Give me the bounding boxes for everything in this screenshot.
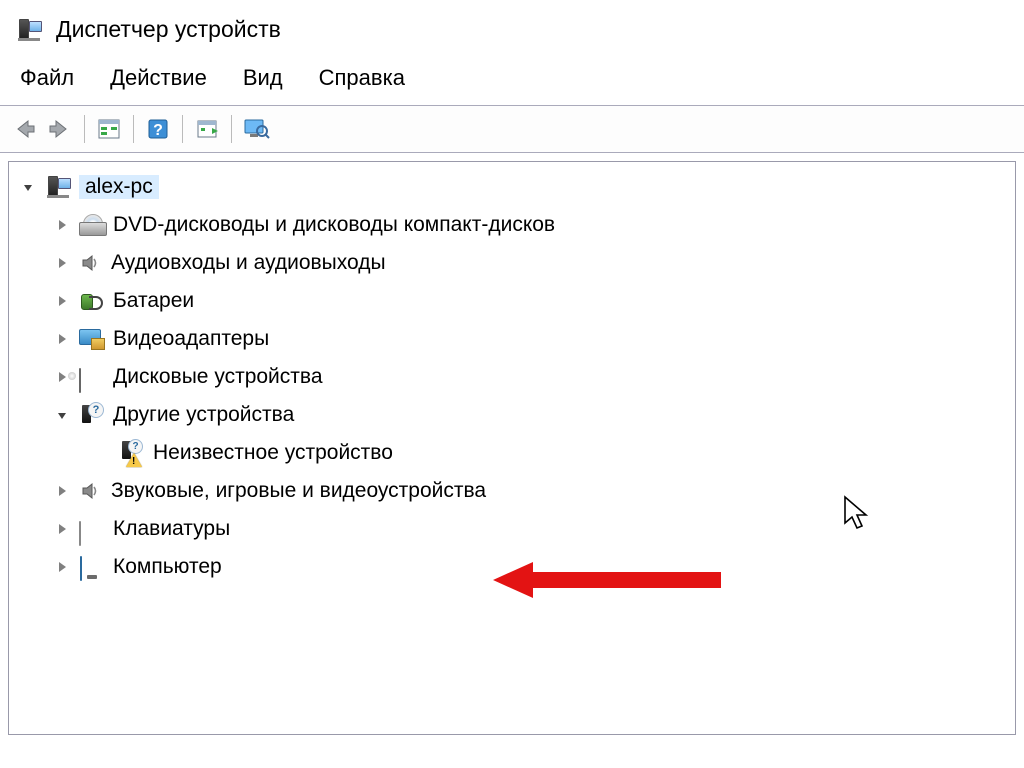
- app-icon: [16, 17, 42, 43]
- disk-drive-icon: [79, 364, 105, 390]
- tree-item-label: Аудиовходы и аудиовыходы: [111, 251, 386, 275]
- expander-open-icon[interactable]: [53, 406, 71, 424]
- tree-root-label: alex-pc: [79, 175, 159, 199]
- expander-closed-icon[interactable]: [53, 254, 71, 272]
- help-button[interactable]: ?: [140, 111, 176, 147]
- computer-icon: [45, 174, 71, 200]
- show-hide-tree-button[interactable]: [91, 111, 127, 147]
- tree-item-label: Неизвестное устройство: [153, 441, 393, 465]
- tree-item-label: Звуковые, игровые и видеоустройства: [111, 479, 486, 503]
- expander-closed-icon[interactable]: [53, 292, 71, 310]
- panel-icon: [96, 116, 122, 142]
- title-bar: Диспетчер устройств: [0, 0, 1024, 49]
- tree-item-other-devices[interactable]: ? Другие устройства: [13, 396, 1011, 434]
- tree-item-label: Компьютер: [113, 555, 222, 579]
- expander-closed-icon[interactable]: [53, 520, 71, 538]
- expander-closed-icon[interactable]: [53, 330, 71, 348]
- unknown-device-warning-icon: ?!: [119, 440, 145, 466]
- tree-item-computer[interactable]: Компьютер: [13, 548, 1011, 586]
- tree-item-disk-drives[interactable]: Дисковые устройства: [13, 358, 1011, 396]
- tree-root[interactable]: alex-pc: [13, 168, 1011, 206]
- menu-action[interactable]: Действие: [110, 65, 207, 91]
- other-device-icon: ?: [79, 402, 105, 428]
- forward-button[interactable]: [42, 111, 78, 147]
- tree-item-label: Батареи: [113, 289, 194, 313]
- menu-view[interactable]: Вид: [243, 65, 283, 91]
- expander-closed-icon[interactable]: [53, 216, 71, 234]
- expander-open-icon[interactable]: [19, 178, 37, 196]
- help-icon: ?: [145, 116, 171, 142]
- toolbar-separator: [84, 115, 85, 143]
- tree-item-video-adapters[interactable]: Видеоадаптеры: [13, 320, 1011, 358]
- back-button[interactable]: [6, 111, 42, 147]
- keyboard-icon: [79, 516, 105, 542]
- monitor-search-icon: [242, 116, 270, 142]
- speaker-icon: [79, 251, 103, 275]
- svg-text:?: ?: [153, 122, 163, 139]
- tree-item-label: Видеоадаптеры: [113, 327, 269, 351]
- video-adapter-icon: [79, 326, 105, 352]
- toolbar: ?: [0, 106, 1024, 152]
- scan-hardware-button[interactable]: [189, 111, 225, 147]
- menu-help[interactable]: Справка: [319, 65, 405, 91]
- arrow-left-icon: [10, 115, 38, 143]
- tree-item-keyboards[interactable]: Клавиатуры: [13, 510, 1011, 548]
- battery-icon: [79, 288, 105, 314]
- expander-closed-icon[interactable]: [53, 558, 71, 576]
- monitor-icon: [79, 554, 105, 580]
- expander-closed-icon[interactable]: [53, 482, 71, 500]
- remote-computer-button[interactable]: [238, 111, 274, 147]
- tree-item-sound-game-video[interactable]: Звуковые, игровые и видеоустройства: [13, 472, 1011, 510]
- tree-item-dvd[interactable]: DVD-дисководы и дисководы компакт-дисков: [13, 206, 1011, 244]
- menu-file[interactable]: Файл: [20, 65, 74, 91]
- tree-item-label: Клавиатуры: [113, 517, 230, 541]
- menu-bar: Файл Действие Вид Справка: [0, 49, 1024, 105]
- tree-item-batteries[interactable]: Батареи: [13, 282, 1011, 320]
- arrow-right-icon: [46, 115, 74, 143]
- dvd-drive-icon: [79, 212, 105, 238]
- tree-item-label: Другие устройства: [113, 403, 294, 427]
- toolbar-separator: [133, 115, 134, 143]
- window-title: Диспетчер устройств: [56, 16, 281, 43]
- toolbar-separator: [231, 115, 232, 143]
- tree-item-label: Дисковые устройства: [113, 365, 323, 389]
- scan-icon: [194, 116, 220, 142]
- tree-item-label: DVD-дисководы и дисководы компакт-дисков: [113, 213, 555, 237]
- tree-item-audio-io[interactable]: Аудиовходы и аудиовыходы: [13, 244, 1011, 282]
- speaker-icon: [79, 479, 103, 503]
- device-tree[interactable]: alex-pc DVD-дисководы и дисководы компак…: [8, 161, 1016, 735]
- tree-item-unknown-device[interactable]: ?! Неизвестное устройство: [13, 434, 1011, 472]
- toolbar-separator: [182, 115, 183, 143]
